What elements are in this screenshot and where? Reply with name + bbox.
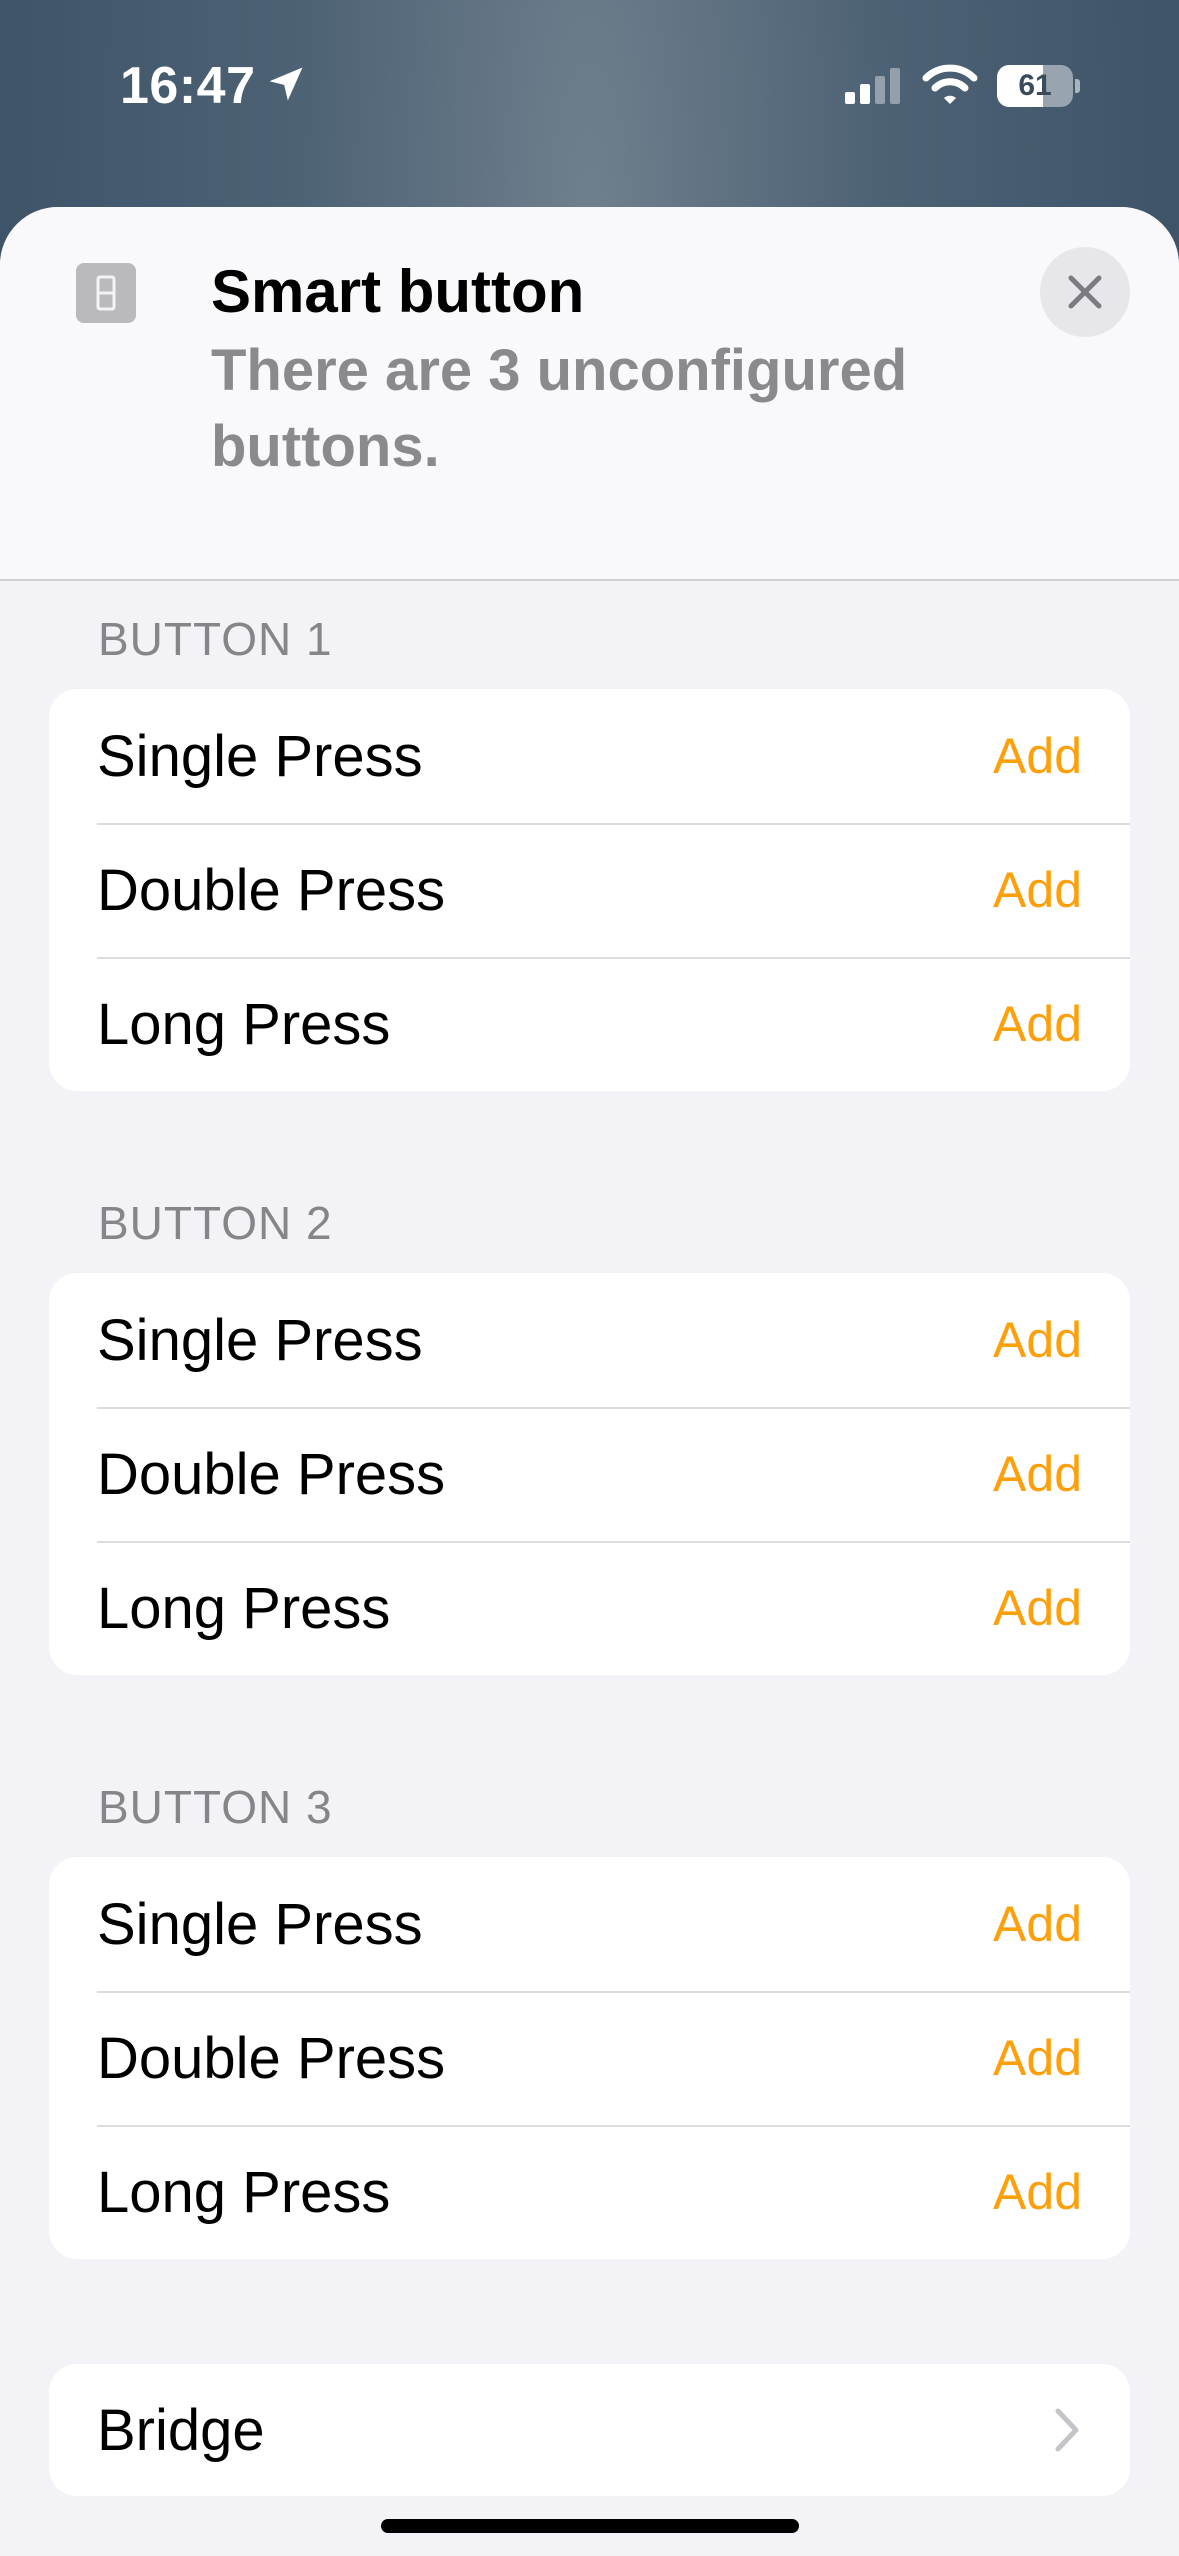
button-3-single-press-row[interactable]: Single Press Add [49,1857,1130,1991]
button-2-single-press-row[interactable]: Single Press Add [49,1273,1130,1407]
button-3-long-press-row[interactable]: Long Press Add [49,2125,1130,2259]
section-header-button-2: BUTTON 2 [98,1197,333,1249]
wifi-icon [922,64,978,104]
section-header-button-3: BUTTON 3 [98,1781,333,1833]
device-icon [76,263,136,323]
button-3-group: Single Press Add Double Press Add Long P… [49,1857,1130,2259]
row-label: Double Press [97,2025,446,2091]
row-label: Double Press [97,857,446,923]
row-label: Long Press [97,2159,391,2225]
close-icon [1068,275,1102,309]
button-2-group: Single Press Add Double Press Add Long P… [49,1273,1130,1675]
add-button[interactable]: Add [993,861,1082,919]
row-label: Single Press [97,1891,423,1957]
bridge-label: Bridge [97,2397,265,2463]
button-1-long-press-row[interactable]: Long Press Add [49,957,1130,1091]
section-header-button-1: BUTTON 1 [98,613,333,665]
row-label: Double Press [97,1441,446,1507]
add-button[interactable]: Add [993,2163,1082,2221]
add-button[interactable]: Add [993,1311,1082,1369]
button-3-double-press-row[interactable]: Double Press Add [49,1991,1130,2125]
add-button[interactable]: Add [993,1895,1082,1953]
add-button[interactable]: Add [993,1445,1082,1503]
battery-cap [1075,79,1080,93]
battery-level: 61 [1018,69,1052,102]
battery-body: 61 [997,65,1073,107]
close-button[interactable] [1040,247,1130,337]
status-bar: 16:47 61 [0,0,1179,180]
sheet-title: Smart button [211,258,585,325]
home-indicator[interactable] [381,2519,799,2533]
button-2-double-press-row[interactable]: Double Press Add [49,1407,1130,1541]
row-label: Single Press [97,1307,423,1373]
add-button[interactable]: Add [993,1579,1082,1637]
sheet-header: Smart button There are 3 unconfigured bu… [0,207,1179,581]
screen: 16:47 61 Smart button There are 3 unconf… [0,0,1179,2556]
cellular-signal-icon [845,68,900,104]
add-button[interactable]: Add [993,995,1082,1053]
button-1-double-press-row[interactable]: Double Press Add [49,823,1130,957]
row-label: Single Press [97,723,423,789]
button-2-long-press-row[interactable]: Long Press Add [49,1541,1130,1675]
chevron-right-icon [1055,2408,1079,2452]
button-1-single-press-row[interactable]: Single Press Add [49,689,1130,823]
status-time: 16:47 [120,57,256,115]
location-arrow-icon [269,67,303,101]
button-1-group: Single Press Add Double Press Add Long P… [49,689,1130,1091]
bridge-row[interactable]: Bridge [49,2364,1130,2496]
row-label: Long Press [97,1575,391,1641]
add-button[interactable]: Add [993,2029,1082,2087]
row-label: Long Press [97,991,391,1057]
add-button[interactable]: Add [993,727,1082,785]
sheet-subtitle: There are 3 unconfigured buttons. [211,338,908,479]
battery-icon: 61 [997,65,1080,107]
accessory-sheet: Smart button There are 3 unconfigured bu… [0,207,1179,2556]
